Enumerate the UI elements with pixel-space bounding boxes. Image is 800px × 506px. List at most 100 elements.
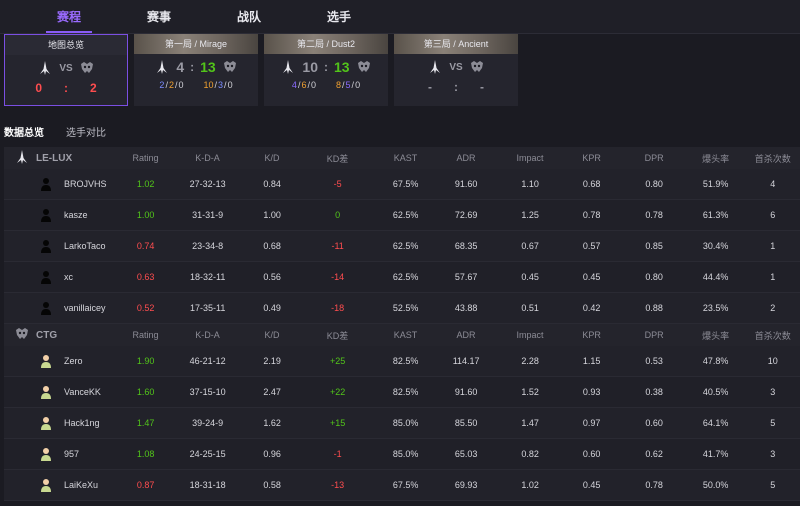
player-avatar-icon	[41, 479, 51, 492]
table-row[interactable]: LaiKeXu 0.87 18-31-18 0.58 -13 67.5% 69.93 1.02…	[4, 470, 800, 501]
map-card-mirage[interactable]: 第一局 / Mirage 4 : 13 2/2/0 10/3/0	[134, 34, 258, 106]
player-name[interactable]: VanceKK	[64, 387, 101, 397]
table-row[interactable]: LarkoTaco 0.74 23-34-8 0.68 -11 62.5% 68.35 0.6…	[4, 231, 800, 262]
col-header-kpr: KPR	[582, 153, 601, 163]
col-header-kd: K/D	[264, 330, 280, 340]
cell-headshot: 61.3%	[702, 210, 729, 220]
map-score-right: 13	[334, 59, 350, 75]
cell-kda: 39-24-9	[192, 418, 224, 428]
nav-tab-teams[interactable]: 战队	[204, 8, 294, 33]
player-name[interactable]: 957	[64, 449, 79, 459]
table-row[interactable]: Zero 1.90 46-21-12 2.19 +25 82.5% 114.17 2.28 1.…	[4, 346, 800, 377]
subtab-compare[interactable]: 选手对比	[66, 124, 106, 139]
cell-kda: 37-15-10	[189, 387, 226, 397]
cell-kpr: 0.68	[582, 179, 601, 189]
player-avatar-icon	[41, 271, 51, 284]
cell-kd-diff: -14	[331, 272, 345, 282]
player-avatar-icon	[41, 178, 51, 191]
cell-kpr: 0.57	[582, 241, 601, 251]
map-title: 第三局 / Ancient	[394, 34, 518, 54]
table-row[interactable]: Hack1ng 1.47 39-24-9 1.62 +15 85.0% 85.50 1.47 0…	[4, 408, 800, 439]
map-card-dust2[interactable]: 第二局 / Dust2 10 : 13 4/6/0 8/5/0	[264, 34, 388, 106]
cell-kda: 27-32-13	[189, 179, 226, 189]
player-name[interactable]: kasze	[64, 210, 88, 220]
map-title: 第二局 / Dust2	[264, 34, 388, 54]
cell-headshot: 47.8%	[702, 356, 729, 366]
cell-dpr: 0.88	[645, 303, 663, 313]
col-header-dpr: DPR	[644, 330, 664, 340]
col-header-first-kills: 首杀次数	[754, 330, 791, 341]
map-colon: :	[454, 80, 458, 94]
cell-kd: 1.62	[263, 418, 281, 428]
stats-table: LE-LUX Rating K-D-A K/D KD差 KAST ADR Imp…	[4, 147, 800, 501]
player-avatar-icon	[41, 417, 51, 430]
cell-kpr: 0.97	[582, 418, 601, 428]
table-row[interactable]: kasze 1.00 31-31-9 1.00 0 62.5% 72.69 1.25 0.78 0…	[4, 200, 800, 231]
table-row[interactable]: BROJVHS 1.02 27-32-13 0.84 -5 67.5% 91.60 1.10 0…	[4, 169, 800, 200]
col-header-headshot: 爆头率	[702, 330, 730, 341]
nav-tab-events[interactable]: 赛事	[114, 8, 204, 33]
map-card-overview[interactable]: 地图总览 VS 0 : 2	[4, 34, 128, 106]
table-row[interactable]: 957 1.08 24-25-15 0.96 -1 85.0% 65.03 0.82 0.60 0…	[4, 439, 800, 470]
player-avatar-icon	[41, 240, 51, 253]
overview-colon: :	[64, 81, 68, 95]
cell-adr: 68.35	[454, 241, 478, 251]
cell-first-kills: 6	[770, 210, 776, 220]
cell-dpr: 0.80	[645, 272, 663, 282]
cell-adr: 57.67	[454, 272, 478, 282]
le-lux-logo-icon	[157, 60, 168, 74]
player-avatar-icon	[41, 209, 51, 222]
col-header-rating: Rating	[132, 153, 159, 163]
player-name[interactable]: Zero	[64, 356, 83, 366]
cell-first-kills: 1	[770, 241, 776, 251]
cell-kast: 52.5%	[392, 303, 419, 313]
le-lux-logo-icon	[40, 61, 51, 75]
cell-headshot: 64.1%	[702, 418, 729, 428]
cell-rating: 1.90	[136, 356, 155, 366]
cell-kd-diff: -1	[333, 449, 342, 459]
cell-impact: 1.52	[521, 387, 539, 397]
cell-kd: 2.47	[263, 387, 281, 397]
nav-tab-schedule[interactable]: 赛程	[24, 8, 114, 33]
cell-impact: 0.67	[521, 241, 539, 251]
cell-kpr: 0.45	[582, 272, 601, 282]
nav-tab-players[interactable]: 选手	[294, 8, 384, 33]
table-row[interactable]: vanillaicey 0.52 17-35-11 0.49 -18 52.5% 43.88…	[4, 293, 800, 324]
map-cards: 地图总览 VS 0 : 2 第一局 / Mirage 4 : 13 2/2/0 …	[0, 34, 800, 108]
cell-kd-diff: -18	[331, 303, 345, 313]
col-header-impact: Impact	[516, 330, 544, 340]
cell-kd: 0.49	[263, 303, 281, 313]
cell-dpr: 0.38	[645, 387, 663, 397]
player-name[interactable]: LaiKeXu	[64, 480, 98, 490]
cell-kd: 0.68	[263, 241, 281, 251]
col-header-kd-diff: KD差	[326, 153, 349, 164]
map-card-ancient[interactable]: 第三局 / Ancient VS - : -	[394, 34, 518, 106]
player-name[interactable]: LarkoTaco	[64, 241, 106, 251]
cell-kd: 2.19	[263, 356, 281, 366]
table-row[interactable]: VanceKK 1.60 37-15-10 2.47 +22 82.5% 91.60 1.52…	[4, 377, 800, 408]
cell-kd-diff: -11	[331, 241, 344, 251]
stats-subtabs: 数据总览 选手对比	[4, 124, 106, 139]
player-name[interactable]: BROJVHS	[64, 179, 107, 189]
player-name[interactable]: Hack1ng	[64, 418, 100, 428]
team-name: LE-LUX	[14, 149, 72, 168]
player-name[interactable]: xc	[64, 272, 73, 282]
col-header-kpr: KPR	[582, 330, 601, 340]
cell-kpr: 1.15	[582, 356, 601, 366]
cell-headshot: 30.4%	[702, 241, 729, 251]
cell-kpr: 0.42	[582, 303, 601, 313]
col-header-kd: K/D	[264, 153, 280, 163]
subtab-overview[interactable]: 数据总览	[4, 124, 44, 139]
cell-dpr: 0.78	[645, 480, 663, 490]
cell-impact: 1.02	[521, 480, 539, 490]
map-title: 第一局 / Mirage	[134, 34, 258, 54]
map-colon: :	[190, 60, 195, 74]
left-team-half-stats: 4/6/0	[291, 80, 316, 90]
table-row[interactable]: xc 0.63 18-32-11 0.56 -14 62.5% 57.67 0.45 0.45 0…	[4, 262, 800, 293]
vs-label: VS	[449, 61, 463, 73]
cell-kast: 67.5%	[392, 179, 419, 189]
cell-rating: 0.74	[136, 241, 155, 251]
cell-rating: 1.00	[136, 210, 155, 220]
player-name[interactable]: vanillaicey	[64, 303, 106, 313]
overview-score-left: 0	[35, 81, 42, 95]
